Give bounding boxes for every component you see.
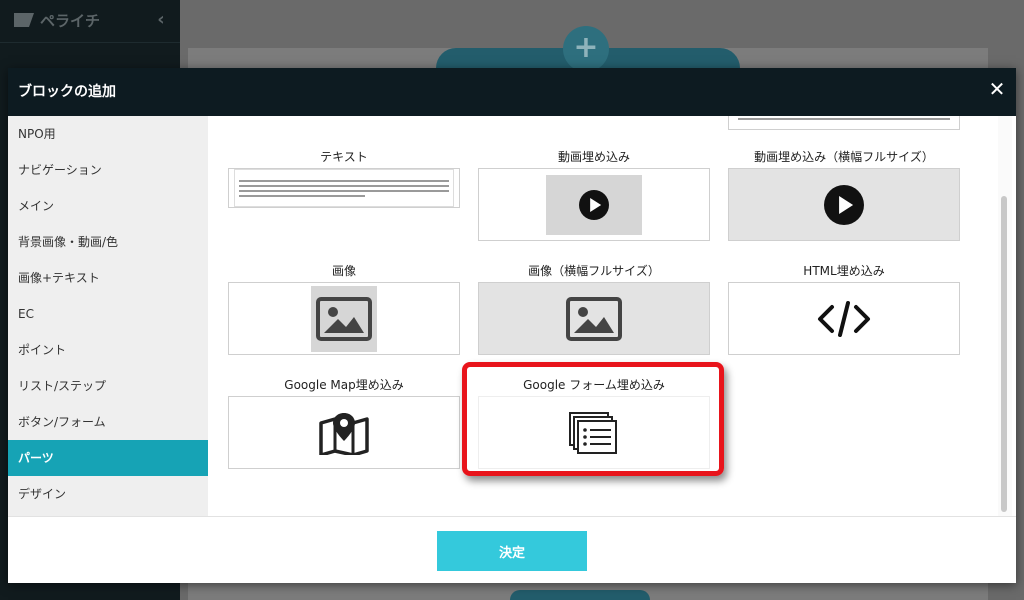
logo-mark-icon: [14, 13, 34, 27]
tile-video-embed-full[interactable]: 動画埋め込み（横幅フルサイズ）: [728, 146, 960, 241]
bottom-block-pill: [510, 590, 650, 600]
tile-google-form[interactable]: Google フォーム埋め込み: [478, 374, 710, 469]
category-list: NPO用 ナビゲーション メイン 背景画像・動画/色 画像+テキスト EC ポイ…: [8, 116, 208, 516]
add-block-icon[interactable]: +: [563, 26, 609, 72]
tile-partial-above[interactable]: [728, 116, 960, 130]
tile-preview[interactable]: [728, 282, 960, 355]
add-block-modal: ブロックの追加 ✕ NPO用 ナビゲーション メイン 背景画像・動画/色 画像+…: [8, 68, 1016, 583]
sidebar-divider: [0, 42, 180, 43]
block-grid: テキスト 動画埋め込み 動画埋め込み（横幅フルサイズ） 画像 画像（横幅フルサイ…: [208, 116, 998, 516]
image-icon: [311, 285, 377, 352]
tile-label: 動画埋め込み（横幅フルサイズ）: [754, 150, 934, 164]
confirm-button[interactable]: 決定: [437, 531, 587, 571]
play-icon: [579, 189, 609, 220]
scrollbar-thumb[interactable]: [1001, 196, 1007, 512]
tile-video-embed[interactable]: 動画埋め込み: [478, 146, 710, 241]
category-item-npo[interactable]: NPO用: [8, 116, 208, 152]
modal-footer: 決定: [8, 516, 1016, 583]
tile-google-map[interactable]: Google Map埋め込み: [228, 374, 460, 469]
video-thumbnail: [546, 174, 642, 235]
tile-label: 動画埋め込み: [557, 150, 630, 164]
text-lines-icon: [233, 169, 455, 207]
tile-text[interactable]: テキスト: [228, 146, 460, 208]
play-icon: [824, 184, 864, 225]
category-item-image-text[interactable]: 画像+テキスト: [8, 260, 208, 296]
tile-preview[interactable]: [228, 282, 460, 355]
category-item-list-step[interactable]: リスト/ステップ: [8, 368, 208, 404]
tile-preview[interactable]: [478, 396, 710, 469]
category-item-parts[interactable]: パーツ: [8, 440, 208, 476]
tile-image-full[interactable]: 画像（横幅フルサイズ）: [478, 260, 710, 355]
image-icon: [566, 296, 622, 341]
tile-label: 画像: [331, 264, 356, 278]
tile-label: Google フォーム埋め込み: [523, 378, 665, 392]
code-icon: [818, 300, 870, 337]
category-item-ec[interactable]: EC: [8, 296, 208, 332]
block-grid-scrollbar[interactable]: [998, 116, 1012, 516]
text-lines-icon: [734, 116, 955, 126]
tile-partial-preview[interactable]: [728, 116, 960, 130]
tile-label: テキスト: [320, 150, 368, 164]
tile-label: HTML埋め込み: [803, 264, 885, 278]
category-item-main[interactable]: メイン: [8, 188, 208, 224]
collapse-sidebar-icon[interactable]: ‹: [154, 8, 168, 32]
tile-html-embed[interactable]: HTML埋め込み: [728, 260, 960, 355]
close-icon[interactable]: ✕: [986, 78, 1008, 100]
form-icon: [569, 411, 617, 454]
tile-preview[interactable]: [478, 282, 710, 355]
category-item-background[interactable]: 背景画像・動画/色: [8, 224, 208, 260]
category-item-design[interactable]: デザイン: [8, 476, 208, 512]
app-logo: ペライチ: [14, 8, 100, 32]
modal-header: ブロックの追加 ✕: [8, 68, 1016, 116]
logo-text: ペライチ: [40, 11, 101, 30]
tile-preview[interactable]: [228, 396, 460, 469]
category-item-button-form[interactable]: ボタン/フォーム: [8, 404, 208, 440]
map-pin-icon: [319, 412, 369, 455]
category-item-navigation[interactable]: ナビゲーション: [8, 152, 208, 188]
tile-label: Google Map埋め込み: [284, 378, 404, 392]
tile-preview[interactable]: [478, 168, 710, 241]
tile-image[interactable]: 画像: [228, 260, 460, 355]
tile-label: 画像（横幅フルサイズ）: [528, 264, 660, 278]
tile-preview[interactable]: [228, 168, 460, 208]
tile-preview[interactable]: [728, 168, 960, 241]
modal-title: ブロックの追加: [18, 84, 116, 100]
category-item-point[interactable]: ポイント: [8, 332, 208, 368]
